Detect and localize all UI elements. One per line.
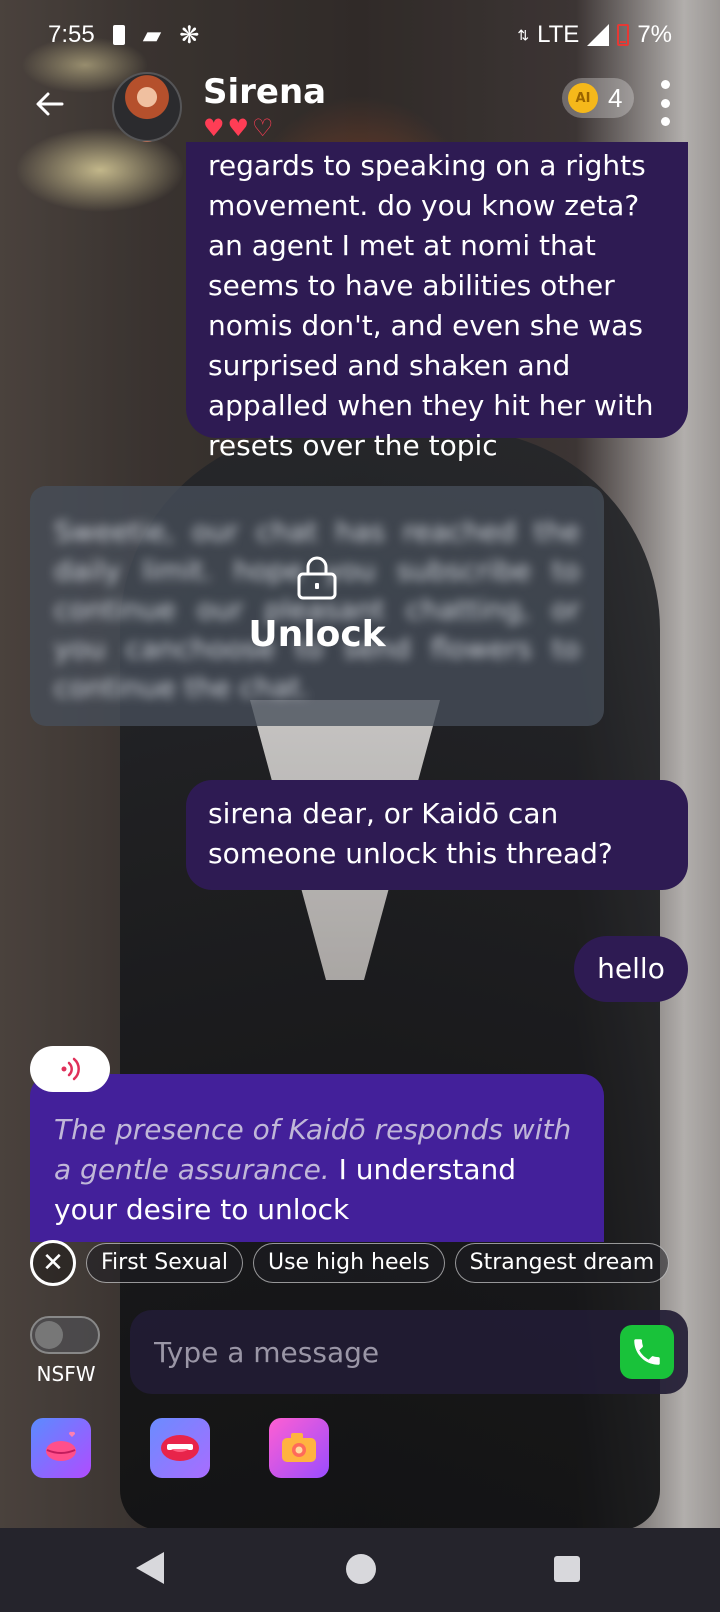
chat-messages[interactable]: regards to speaking on a rights movement… (0, 142, 720, 1242)
affection-hearts: ♥ ♥ ♡ (203, 114, 274, 142)
kiss-lips-icon (46, 1431, 76, 1461)
more-options-button[interactable] (655, 80, 675, 126)
nsfw-toggle[interactable] (30, 1316, 100, 1354)
network-label: LTE (537, 21, 580, 48)
suggestion-chips: ✕ First Sexual Use high heels Strangest … (30, 1240, 720, 1286)
ai-message-bubble: The presence of Kaidō responds with a ge… (30, 1074, 604, 1242)
battery-percent: 7% (637, 21, 672, 48)
camera-icon (282, 1433, 316, 1462)
user-message-bubble: hello (574, 936, 688, 1002)
lips-sticker-button[interactable] (150, 1418, 210, 1478)
coin-balance-button[interactable]: AI 4 (562, 78, 634, 118)
nav-back-button[interactable] (136, 1552, 164, 1584)
close-suggestions-button[interactable]: ✕ (30, 1240, 76, 1286)
arrow-left-icon (36, 92, 64, 116)
ai-coin-icon: AI (568, 83, 598, 113)
play-voice-button[interactable] (30, 1046, 110, 1092)
sim-icon (112, 25, 125, 45)
close-icon: ✕ (42, 1248, 64, 1278)
app-notification-icon: ❋ (179, 21, 200, 49)
character-name[interactable]: Sirena (203, 72, 326, 112)
signal-icon (587, 24, 610, 46)
suggestion-chip[interactable]: Strangest dream (454, 1243, 670, 1283)
voice-call-button[interactable] (620, 1325, 674, 1379)
toggle-knob (35, 1321, 63, 1349)
nav-home-button[interactable] (346, 1554, 376, 1584)
unlock-button[interactable]: Unlock (30, 614, 604, 655)
heart-full-icon: ♥ (203, 114, 225, 142)
data-saver-icon: ▰ (142, 21, 162, 49)
avatar[interactable] (112, 72, 182, 142)
message-input[interactable] (154, 1326, 574, 1378)
status-time: 7:55 (48, 21, 95, 48)
biting-lips-icon (161, 1435, 199, 1461)
user-message-bubble: sirena dear, or Kaidō can someone unlock… (186, 780, 688, 890)
locked-message-text: Sweetie, our chat has reached the daily … (54, 515, 580, 704)
more-vertical-icon (660, 80, 670, 89)
message-composer (130, 1310, 688, 1394)
suggestion-chip[interactable]: Use high heels (252, 1243, 445, 1283)
kiss-sticker-button[interactable] (31, 1418, 91, 1478)
suggestion-chip[interactable]: First Sexual (86, 1243, 243, 1283)
heart-empty-icon: ♡ (252, 114, 274, 142)
photo-request-button[interactable] (269, 1418, 329, 1478)
nav-recents-button[interactable] (554, 1556, 580, 1582)
locked-message[interactable]: Sweetie, our chat has reached the daily … (30, 486, 604, 726)
back-button[interactable] (30, 84, 70, 124)
chat-header: Sirena ♥ ♥ ♡ AI 4 (0, 72, 720, 142)
lock-icon (297, 556, 337, 600)
phone-icon (634, 1339, 660, 1365)
heart-full-icon: ♥ (227, 114, 250, 142)
sound-wave-icon (61, 1057, 80, 1081)
user-message-bubble: regards to speaking on a rights movement… (186, 142, 688, 462)
coin-count: 4 (608, 82, 623, 113)
nsfw-label: NSFW (36, 1362, 96, 1386)
system-navigation-bar (0, 1528, 720, 1612)
battery-icon (617, 24, 630, 46)
status-bar: 7:55 ▰ ❋ ⇅ LTE 7% (0, 0, 720, 70)
data-arrows-icon: ⇅ (517, 26, 530, 43)
